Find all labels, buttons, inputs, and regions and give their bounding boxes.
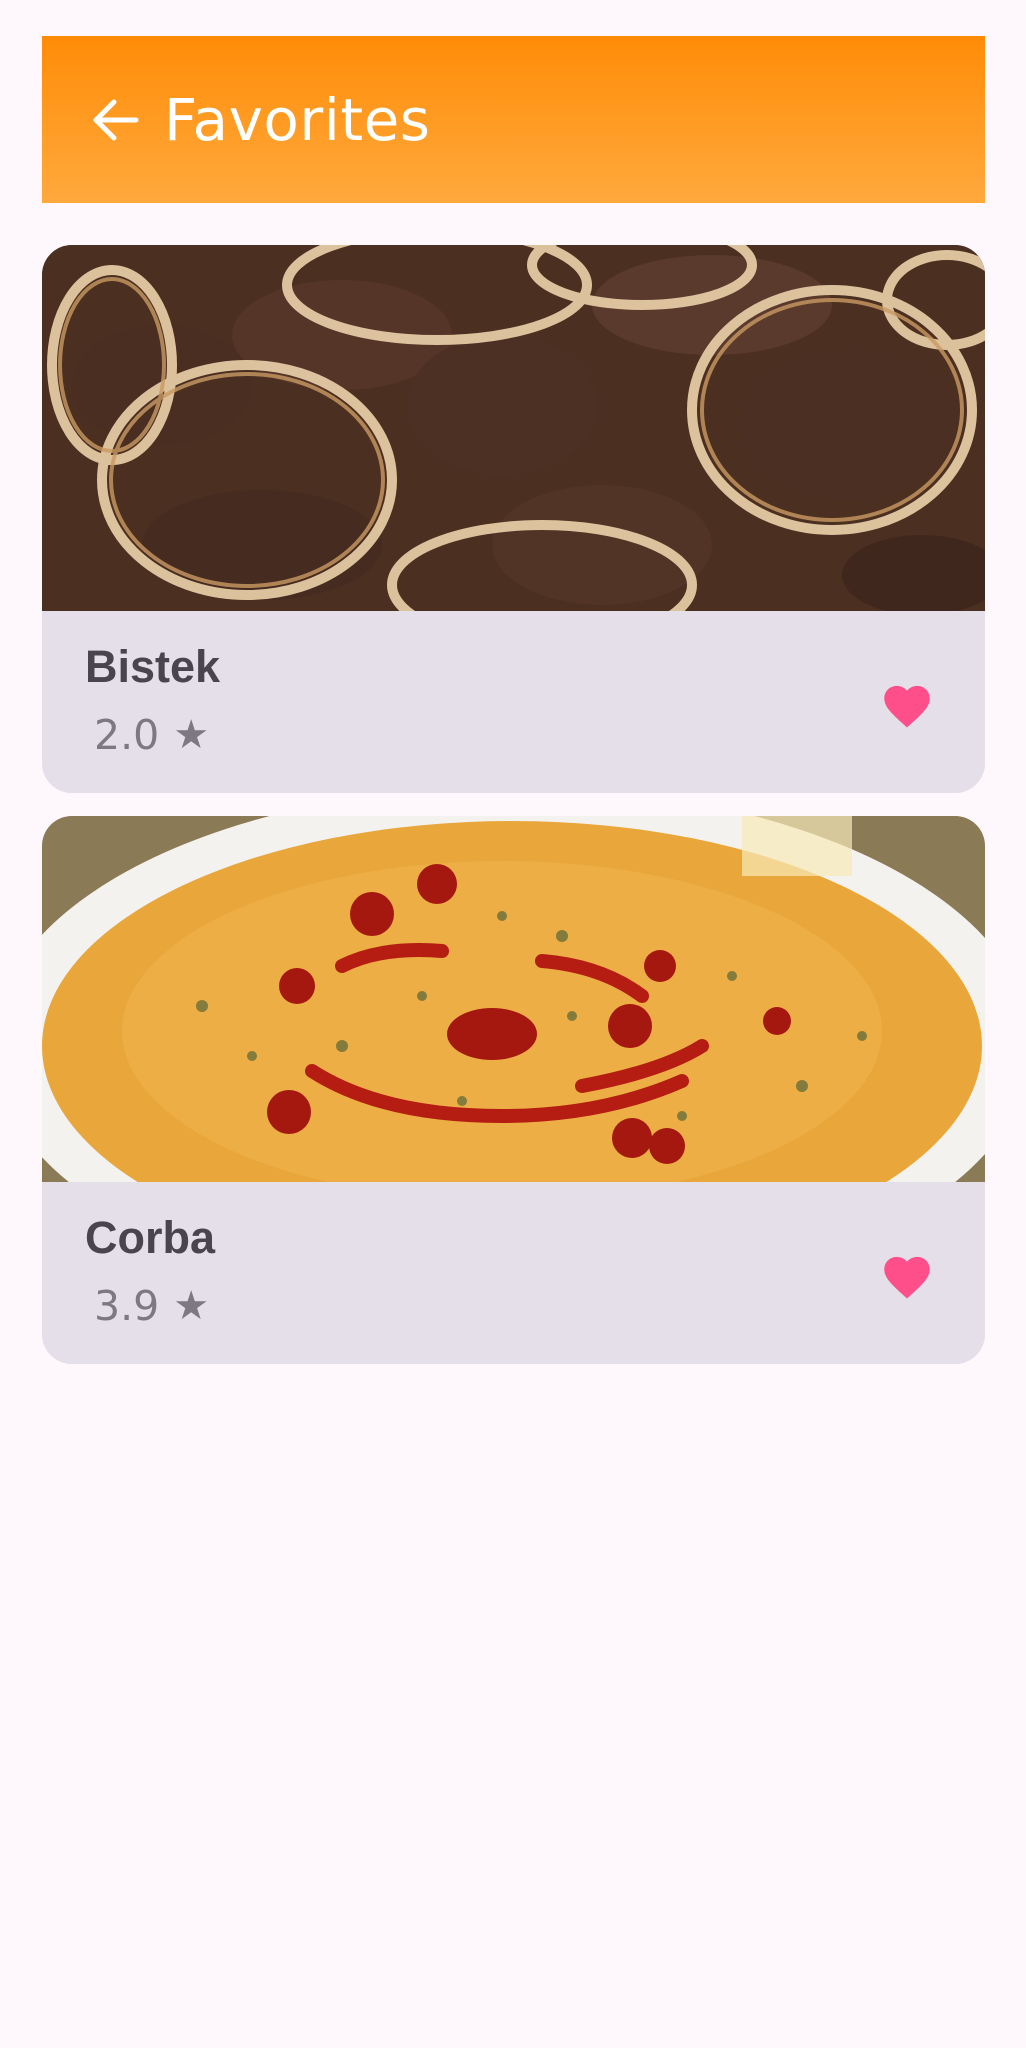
card-body: Corba 3.9 ★ xyxy=(42,1182,985,1364)
recipe-image-bistek xyxy=(42,245,985,611)
rating-value: 3.9 xyxy=(94,1282,160,1330)
favorite-button[interactable] xyxy=(879,679,935,729)
rating-value: 2.0 xyxy=(94,711,160,759)
recipe-rating: 2.0 ★ xyxy=(94,711,209,759)
arrow-back-icon xyxy=(93,99,139,140)
favorite-button[interactable] xyxy=(879,1250,935,1300)
star-icon: ★ xyxy=(173,1283,210,1329)
heart-icon xyxy=(884,685,930,728)
card-body: Bistek 2.0 ★ xyxy=(42,611,985,793)
recipe-name: Bistek xyxy=(85,641,221,692)
back-button[interactable] xyxy=(88,92,144,148)
page-title: Favorites xyxy=(164,85,431,154)
app-bar: Favorites xyxy=(42,36,985,203)
recipe-name: Corba xyxy=(85,1212,216,1263)
heart-icon xyxy=(884,1256,930,1299)
favorite-card-corba[interactable]: Corba 3.9 ★ xyxy=(42,816,985,1364)
star-icon: ★ xyxy=(173,712,210,758)
favorite-card-bistek[interactable]: Bistek 2.0 ★ xyxy=(42,245,985,793)
recipe-rating: 3.9 ★ xyxy=(94,1282,209,1330)
recipe-image-corba xyxy=(42,816,985,1182)
